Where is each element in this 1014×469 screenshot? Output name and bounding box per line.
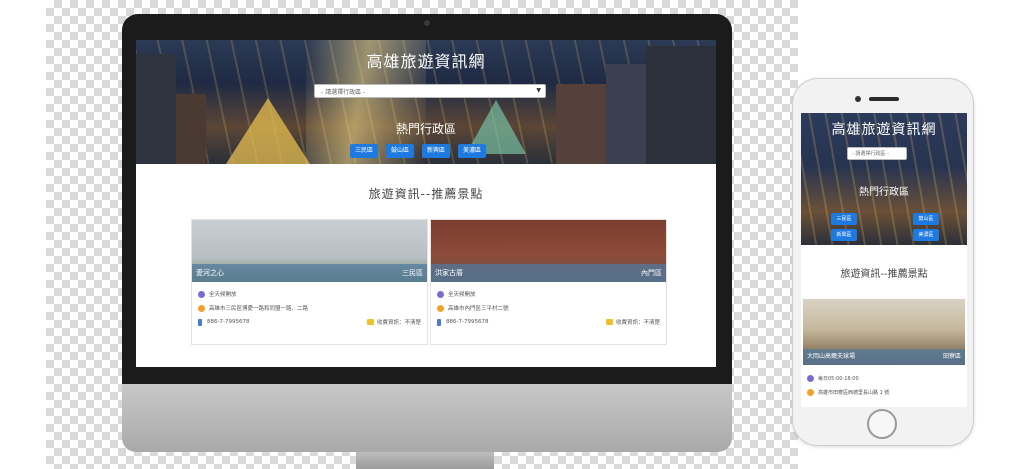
mobile-hero-banner: 高雄旅遊資訊網 - 請選擇行政區 - 熱門行政區 三民區 鼓山區 新興區 美濃區 bbox=[801, 113, 967, 245]
attraction-phone: 886-7-7995678 bbox=[446, 319, 489, 325]
attraction-address: 高雄市三民區博愛一路和同盟一路、二路 bbox=[209, 306, 309, 312]
mobile-attraction-address: 高雄市田寮區西德里長山路 1 號 bbox=[818, 389, 890, 396]
attraction-name: 愛河之心 bbox=[196, 269, 224, 277]
caret-down-icon: ▼ bbox=[536, 87, 541, 94]
clock-icon bbox=[198, 290, 205, 298]
mobile-attraction-name: 大岡山高爾夫球場 bbox=[807, 353, 856, 360]
hot-district-buttons: 三民區 鼓山區 新興區 美濃區 bbox=[350, 144, 486, 158]
tag-icon bbox=[366, 319, 374, 325]
mobile-attraction-district: 田寮區 bbox=[942, 353, 961, 360]
attraction-caption: 洪家古厝 內門區 bbox=[431, 264, 666, 282]
speaker-grille bbox=[869, 97, 899, 101]
attraction-info: 全天候開放 高雄市三民區博愛一路和同盟一路、二路 886-7-7995678 收… bbox=[192, 282, 427, 334]
attraction-card[interactable]: 愛河之心 三民區 全天候開放 高雄市三民區博愛一路和同盟一路、二路 886-7-… bbox=[191, 219, 428, 345]
mobile-attraction-info: 每日05:00-18:00 高雄市田寮區西德里長山路 1 號 bbox=[807, 371, 963, 399]
desktop-screen: 高雄旅遊資訊網 - 請選擇行政區 - ▼ 熱門行政區 三民區 鼓山區 新興區 美… bbox=[136, 40, 716, 367]
attraction-phone: 886-7-7995678 bbox=[207, 319, 250, 325]
imac-chin bbox=[122, 384, 732, 452]
tag-icon bbox=[605, 319, 613, 325]
attraction-card[interactable]: 洪家古厝 內門區 全天候開放 高雄市內門區三平村二號 886-7-7995678… bbox=[430, 219, 667, 345]
phone-icon bbox=[198, 318, 202, 326]
home-button[interactable] bbox=[867, 409, 897, 439]
attraction-info: 全天候開放 高雄市內門區三平村二號 886-7-7995678 收費資訊：不清楚 bbox=[431, 282, 666, 334]
hot-districts-title: 熱門行政區 bbox=[395, 122, 456, 136]
attraction-name: 洪家古厝 bbox=[435, 269, 463, 277]
district-button-gushan[interactable]: 鼓山區 bbox=[386, 144, 414, 158]
location-pin-icon bbox=[807, 388, 814, 396]
attraction-caption: 愛河之心 三民區 bbox=[192, 264, 427, 282]
attraction-cards: 愛河之心 三民區 全天候開放 高雄市三民區博愛一路和同盟一路、二路 886-7-… bbox=[191, 219, 667, 345]
mobile-district-button-xinxing[interactable]: 新興區 bbox=[831, 229, 857, 241]
district-button-meinong[interactable]: 美濃區 bbox=[458, 144, 486, 158]
front-camera-icon bbox=[855, 96, 861, 102]
clock-icon bbox=[437, 290, 444, 298]
hero-banner: 高雄旅遊資訊網 - 請選擇行政區 - ▼ 熱門行政區 三民區 鼓山區 新興區 美… bbox=[136, 40, 716, 164]
iphone-device: 高雄旅遊資訊網 - 請選擇行政區 - 熱門行政區 三民區 鼓山區 新興區 美濃區… bbox=[792, 78, 974, 446]
district-button-xinxing[interactable]: 新興區 bbox=[422, 144, 450, 158]
attraction-fee: 收費資訊：不清楚 bbox=[615, 320, 660, 326]
mobile-site-title: 高雄旅遊資訊網 bbox=[831, 122, 937, 138]
mobile-district-select[interactable]: - 請選擇行政區 - bbox=[847, 147, 907, 160]
attraction-fee: 收費資訊：不清楚 bbox=[376, 320, 421, 326]
attraction-address: 高雄市內門區三平村二號 bbox=[448, 306, 509, 312]
district-select[interactable]: - 請選擇行政區 - ▼ bbox=[314, 84, 546, 98]
mobile-district-button-gushan[interactable]: 鼓山區 bbox=[913, 213, 939, 225]
mobile-hot-districts-title: 熱門行政區 bbox=[859, 187, 909, 198]
mobile-district-button-sanmin[interactable]: 三民區 bbox=[831, 213, 857, 225]
mockup-stage: 高雄旅遊資訊網 - 請選擇行政區 - ▼ 熱門行政區 三民區 鼓山區 新興區 美… bbox=[0, 0, 1014, 469]
district-select-placeholder: - 請選擇行政區 - bbox=[321, 89, 366, 96]
attraction-district: 內門區 bbox=[641, 269, 662, 277]
mobile-attraction-caption: 大岡山高爾夫球場 田寮區 bbox=[803, 349, 965, 365]
mobile-attraction-photo[interactable]: 大岡山高爾夫球場 田寮區 bbox=[803, 299, 965, 365]
location-pin-icon bbox=[198, 304, 205, 312]
attraction-hours: 全天候開放 bbox=[448, 292, 476, 298]
district-button-sanmin[interactable]: 三民區 bbox=[350, 144, 378, 158]
mobile-section-title: 旅遊資訊--推薦景點 bbox=[840, 269, 928, 280]
mobile-district-button-meinong[interactable]: 美濃區 bbox=[913, 229, 939, 241]
imac-stand bbox=[356, 452, 494, 469]
mobile-screen: 高雄旅遊資訊網 - 請選擇行政區 - 熱門行政區 三民區 鼓山區 新興區 美濃區… bbox=[801, 113, 967, 407]
site-title: 高雄旅遊資訊網 bbox=[366, 52, 486, 71]
section-title: 旅遊資訊--推薦景點 bbox=[368, 187, 484, 201]
attraction-photo: 愛河之心 三民區 bbox=[192, 220, 427, 282]
attraction-hours: 全天候開放 bbox=[209, 292, 237, 298]
camera-icon bbox=[424, 20, 430, 26]
phone-icon bbox=[437, 318, 441, 326]
attraction-district: 三民區 bbox=[402, 269, 423, 277]
clock-icon bbox=[807, 374, 814, 382]
attraction-photo: 洪家古厝 內門區 bbox=[431, 220, 666, 282]
location-pin-icon bbox=[437, 304, 444, 312]
mobile-attraction-hours: 每日05:00-18:00 bbox=[818, 375, 859, 382]
